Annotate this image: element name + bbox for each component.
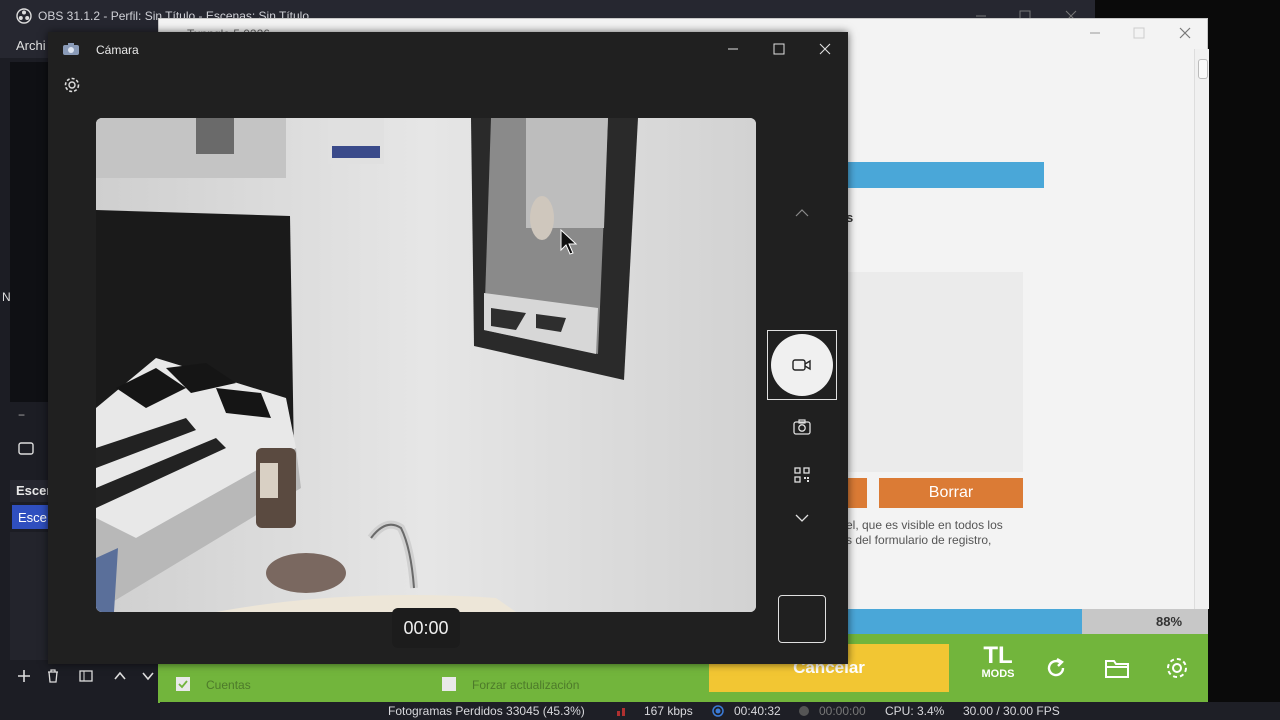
camera-maximize-button[interactable] bbox=[764, 34, 794, 64]
tunngle-blue-bar bbox=[848, 162, 1044, 188]
refresh-icon[interactable] bbox=[1044, 656, 1068, 680]
tunngle-description: el, que es visible en todos los s del fo… bbox=[846, 518, 1003, 548]
obs-menu-file[interactable]: Archi bbox=[16, 38, 46, 53]
tunngle-delete-button[interactable]: Borrar bbox=[879, 478, 1023, 508]
thumbnail-preview[interactable] bbox=[778, 595, 826, 643]
camera-title: Cámara bbox=[96, 43, 139, 57]
delete-button-label: Borrar bbox=[928, 484, 974, 501]
recording-icon bbox=[712, 705, 724, 717]
description-line-2: s del formulario de registro, bbox=[846, 533, 992, 547]
obs-minus-icon[interactable]: − bbox=[18, 408, 25, 422]
chevron-up-icon[interactable] bbox=[794, 206, 810, 218]
logo-bottom-text: MODS bbox=[981, 668, 1015, 680]
obs-scene-item-label: Esce bbox=[18, 510, 47, 525]
recording-timer: 00:00 bbox=[392, 608, 460, 648]
obs-scene-item[interactable]: Esce bbox=[12, 505, 50, 529]
tunngle-maximize-icon[interactable] bbox=[1133, 27, 1145, 39]
gear-icon[interactable] bbox=[1164, 655, 1190, 681]
status-stream-time: 00:00:00 bbox=[819, 704, 866, 718]
description-line-1: el, que es visible en todos los bbox=[846, 518, 1003, 532]
tunngle-orange-button-left[interactable] bbox=[848, 478, 867, 508]
logo-top-text: TL bbox=[983, 642, 1013, 669]
obs-status-bar: Fotogramas Perdidos 33045 (45.3%) 167 kb… bbox=[160, 702, 1280, 720]
obs-display-icon[interactable] bbox=[18, 442, 34, 456]
photo-camera-icon[interactable] bbox=[792, 418, 812, 436]
obs-scenes-title: Escer bbox=[16, 483, 52, 498]
obs-scenes-list bbox=[10, 532, 50, 660]
qr-code-icon[interactable] bbox=[793, 466, 811, 484]
checkbox-force-update[interactable] bbox=[442, 677, 456, 691]
status-cpu: CPU: 3.4% bbox=[885, 704, 945, 718]
folder-icon[interactable] bbox=[1104, 656, 1130, 680]
camera-app-icon bbox=[63, 43, 79, 55]
minimize-icon bbox=[728, 48, 738, 50]
filter-icon[interactable] bbox=[78, 668, 94, 684]
stream-icon bbox=[799, 706, 809, 716]
move-up-icon[interactable] bbox=[112, 668, 128, 684]
tunngle-minimize-icon[interactable] bbox=[1089, 27, 1101, 39]
close-icon bbox=[819, 43, 831, 55]
camera-video-preview bbox=[96, 118, 756, 612]
camera-minimize-button[interactable] bbox=[718, 34, 748, 64]
obs-left-letter: N bbox=[2, 290, 11, 304]
video-record-icon bbox=[792, 359, 811, 371]
camera-close-button[interactable] bbox=[810, 34, 840, 64]
obs-logo-icon bbox=[16, 8, 32, 24]
tunngle-close-icon[interactable] bbox=[1179, 27, 1191, 39]
obs-scenes-header: Escer bbox=[10, 480, 52, 502]
checkbox-force-update-label: Forzar actualización bbox=[472, 678, 580, 692]
status-dropped-frames: Fotogramas Perdidos 33045 (45.3%) bbox=[388, 704, 585, 718]
tunngle-progress-fill bbox=[848, 609, 1082, 634]
checkbox-accounts[interactable] bbox=[176, 677, 190, 691]
status-rec-time: 00:40:32 bbox=[734, 704, 781, 718]
tunngle-scroll-thumb[interactable] bbox=[1198, 59, 1208, 79]
timer-text: 00:00 bbox=[403, 617, 449, 638]
maximize-icon bbox=[773, 43, 785, 55]
tunngle-progress-label: 88% bbox=[1156, 614, 1183, 629]
trash-icon[interactable] bbox=[45, 668, 61, 684]
move-down-icon[interactable] bbox=[140, 668, 156, 684]
camera-feed-image bbox=[96, 118, 756, 612]
add-icon[interactable] bbox=[16, 668, 32, 684]
settings-icon[interactable] bbox=[63, 76, 81, 94]
check-icon bbox=[178, 680, 188, 689]
tunngle-text-area[interactable] bbox=[848, 272, 1023, 472]
obs-scenes-toolbar bbox=[0, 660, 160, 702]
checkbox-accounts-label: Cuentas bbox=[206, 678, 251, 692]
tlmods-logo: TL MODS bbox=[976, 644, 1020, 692]
network-icon bbox=[617, 708, 625, 716]
chevron-down-icon[interactable] bbox=[794, 512, 810, 524]
status-fps: 30.00 / 30.00 FPS bbox=[963, 704, 1060, 718]
status-bitrate: 167 kbps bbox=[644, 704, 693, 718]
video-mode-button[interactable] bbox=[767, 330, 837, 400]
tunngle-scrollbar[interactable] bbox=[1194, 49, 1209, 609]
video-record-circle[interactable] bbox=[771, 334, 833, 396]
